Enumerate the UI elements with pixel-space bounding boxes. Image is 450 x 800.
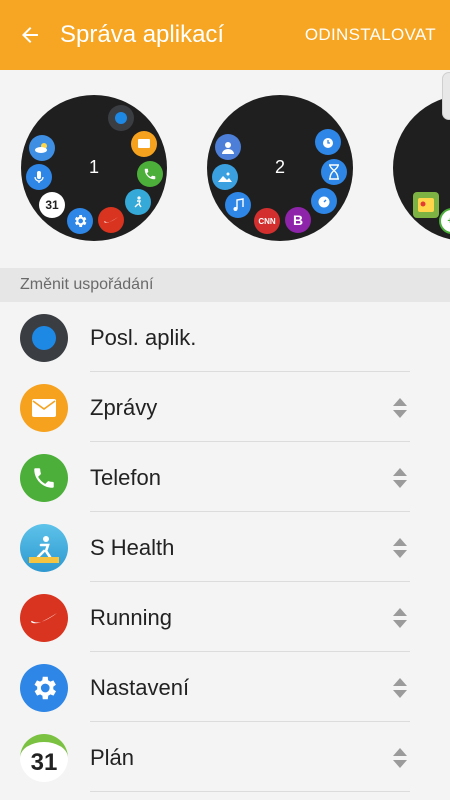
list-item[interactable]: Posl. aplik.	[0, 302, 450, 372]
reorder-handle-icon[interactable]	[392, 677, 408, 699]
voice-icon	[26, 164, 52, 190]
app-label: Nastavení	[90, 675, 190, 700]
b-app-icon: B	[285, 207, 311, 233]
reorder-handle-icon[interactable]	[392, 747, 408, 769]
watch-page-3[interactable]: +-	[393, 95, 450, 241]
cnn-icon: CNN	[254, 208, 280, 234]
weather-icon	[29, 135, 55, 161]
s-health-icon	[125, 189, 151, 215]
music-icon	[225, 192, 251, 218]
messages-icon	[20, 384, 68, 432]
list-item[interactable]: Nastavení	[0, 652, 450, 722]
calendar-icon: 31	[39, 192, 65, 218]
calculator-icon: +-	[439, 208, 450, 234]
alarm-icon	[315, 129, 341, 155]
app-list: Posl. aplik. Zprávy Telefon S Health Run…	[0, 302, 450, 792]
back-arrow-icon	[22, 27, 38, 43]
stopwatch-icon	[311, 188, 337, 214]
scroll-handle[interactable]	[442, 72, 450, 120]
page-title: Správa aplikací	[60, 21, 225, 48]
calendar-icon: 31	[20, 734, 68, 782]
list-item[interactable]: Zprávy	[0, 372, 450, 442]
app-label: Telefon	[90, 465, 161, 490]
reorder-handle-icon[interactable]	[392, 467, 408, 489]
app-label: Running	[90, 605, 172, 630]
reorder-handle-icon[interactable]	[392, 397, 408, 419]
recent-apps-icon	[20, 314, 68, 362]
game-app-icon	[413, 192, 439, 218]
recent-apps-icon	[108, 105, 134, 131]
nike-running-icon	[98, 207, 124, 233]
watch-page-1[interactable]: 1 31	[21, 95, 167, 241]
nike-running-icon	[20, 594, 68, 642]
app-label: Zprávy	[90, 395, 158, 420]
settings-icon	[67, 208, 93, 234]
watch-pages-carousel[interactable]: 1 31 2 B CNN	[0, 70, 450, 268]
s-health-icon	[20, 524, 68, 572]
app-label: Posl. aplik.	[90, 325, 197, 350]
gallery-icon	[212, 164, 238, 190]
divider	[90, 791, 410, 792]
list-item[interactable]: 31 Plán	[0, 722, 450, 792]
settings-icon	[20, 664, 68, 712]
app-label: Plán	[90, 745, 135, 770]
section-header: Změnit uspořádání	[0, 268, 450, 302]
reorder-handle-icon[interactable]	[392, 607, 408, 629]
watch-page-2[interactable]: 2 B CNN	[207, 95, 353, 241]
timer-icon	[321, 159, 347, 185]
app-bar: Správa aplikací ODINSTALOVAT	[0, 0, 450, 70]
list-item[interactable]: Running	[0, 582, 450, 652]
list-item[interactable]: S Health	[0, 512, 450, 582]
phone-icon	[137, 161, 163, 187]
list-item[interactable]: Telefon	[0, 442, 450, 512]
reorder-handle-icon[interactable]	[392, 537, 408, 559]
app-label: S Health	[90, 535, 175, 560]
uninstall-button[interactable]: ODINSTALOVAT	[305, 25, 436, 45]
back-button[interactable]	[0, 0, 60, 70]
contacts-icon	[215, 134, 241, 160]
phone-icon	[20, 454, 68, 502]
messages-icon	[131, 131, 157, 157]
